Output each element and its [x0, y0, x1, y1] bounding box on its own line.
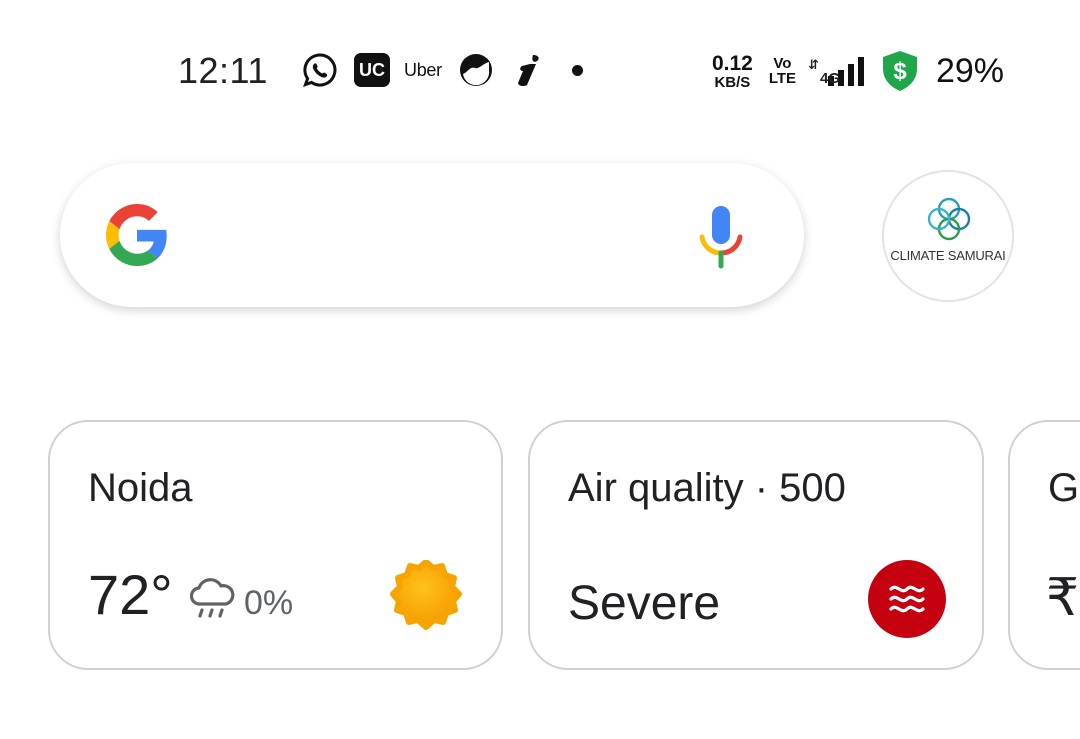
- notification-icons: UC Uber: [302, 52, 583, 88]
- wind-waves-icon: [889, 585, 925, 613]
- next-card-title: G: [1048, 466, 1080, 510]
- google-search-bar[interactable]: [60, 163, 804, 307]
- volte-bottom: LTE: [768, 70, 797, 87]
- whatsapp-icon: [302, 52, 338, 88]
- network-speed: 0.12 KB/S: [712, 53, 753, 90]
- weather-temperature: 72°: [88, 563, 173, 626]
- data-arrows-icon: ⇵: [808, 57, 819, 72]
- more-notifications-dot: [571, 64, 583, 76]
- next-card-partial[interactable]: G ₹: [1008, 420, 1080, 670]
- status-bar: 12:11 UC Uber 0.12 KB/S Vo LTE ⇵ 4G $ 29…: [0, 0, 1080, 140]
- rain-cloud-icon: [188, 578, 236, 622]
- account-avatar[interactable]: CLIMATE SAMURAI: [882, 170, 1014, 302]
- shield-dollar-icon: $: [880, 50, 920, 92]
- google-g-logo-icon: [106, 204, 168, 266]
- air-quality-badge: [868, 560, 946, 638]
- account-label: CLIMATE SAMURAI: [890, 248, 1006, 263]
- next-card-value: ₹: [1046, 569, 1080, 627]
- svg-text:$: $: [893, 58, 907, 85]
- battery-percent: 29%: [935, 51, 1004, 90]
- climate-samurai-logo-icon: [924, 194, 974, 244]
- sunny-icon: [390, 559, 462, 632]
- system-icons: 0.12 KB/S Vo LTE ⇵ 4G $ 29%: [712, 50, 1004, 92]
- mobile-signal-icon: ⇵ 4G: [808, 56, 864, 86]
- weather-card[interactable]: Noida 72° 0%: [48, 420, 503, 670]
- uc-browser-icon: UC: [354, 53, 390, 87]
- i-app-icon: [512, 52, 544, 88]
- air-quality-title: Air quality · 500: [568, 466, 846, 510]
- network-speed-unit: KB/S: [714, 73, 751, 91]
- voice-search-mic-icon[interactable]: [698, 203, 744, 269]
- status-time: 12:11: [178, 50, 268, 91]
- air-quality-card[interactable]: Air quality · 500 Severe: [528, 420, 984, 670]
- weather-precipitation: 0%: [244, 584, 294, 622]
- volte-top: Vo: [773, 55, 792, 72]
- network-type: 4G: [820, 70, 841, 87]
- chart-app-icon: [458, 52, 494, 88]
- uber-icon: Uber: [404, 59, 442, 80]
- network-speed-value: 0.12: [711, 51, 753, 75]
- weather-city: Noida: [88, 466, 193, 510]
- volte-icon: Vo LTE: [769, 56, 796, 86]
- air-quality-status: Severe: [568, 577, 721, 630]
